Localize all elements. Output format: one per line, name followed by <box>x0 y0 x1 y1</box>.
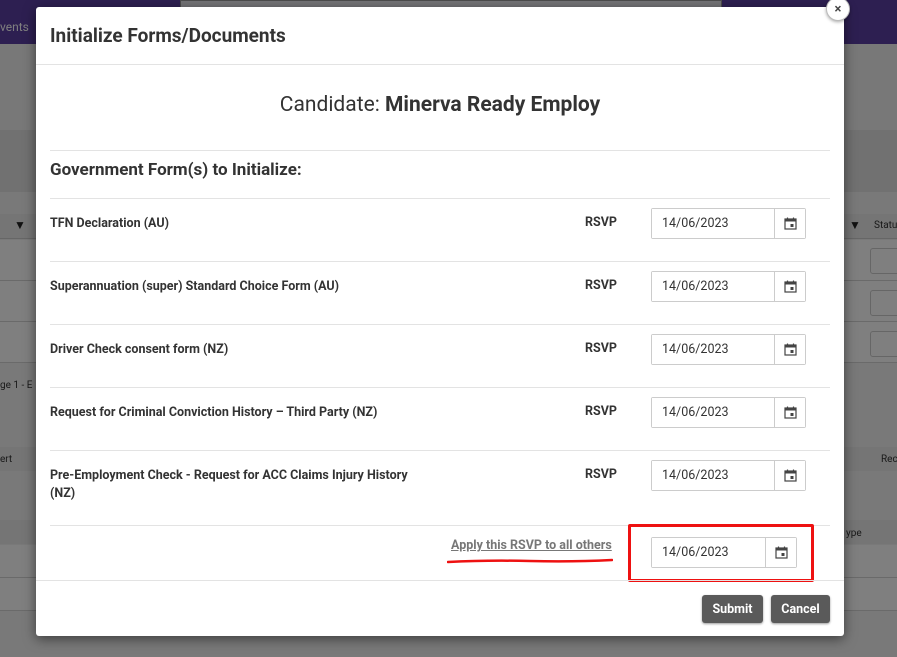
form-row: TFN Declaration (AU) RSVP <box>50 198 830 261</box>
rsvp-date-input[interactable] <box>652 272 774 301</box>
calendar-icon <box>783 343 797 356</box>
dialog-footer: Submit Cancel <box>36 580 844 637</box>
rsvp-date-input[interactable] <box>652 209 774 238</box>
candidate-label: Candidate: <box>279 93 386 117</box>
rsvp-date-input[interactable] <box>652 335 774 364</box>
rsvp-label: RSVP <box>585 341 617 356</box>
rsvp-label: RSVP <box>585 215 617 230</box>
calendar-button[interactable] <box>774 272 805 301</box>
calendar-icon <box>783 406 797 419</box>
calendar-button[interactable] <box>774 335 805 364</box>
calendar-icon <box>783 280 797 293</box>
close-icon: × <box>834 1 842 17</box>
rsvp-date-input[interactable] <box>652 398 774 427</box>
submit-button[interactable]: Submit <box>702 595 763 623</box>
candidate-heading: Candidate: Minerva Ready Employ <box>36 93 844 117</box>
apply-rsvp-to-all-link[interactable]: Apply this RSVP to all others <box>451 538 612 553</box>
candidate-name: Minerva Ready Employ <box>385 93 601 117</box>
rsvp-date-picker <box>651 334 806 365</box>
form-row: Pre-Employment Check - Request for ACC C… <box>50 450 830 526</box>
form-name: Superannuation (super) Standard Choice F… <box>50 279 340 294</box>
cancel-button[interactable]: Cancel <box>771 595 830 623</box>
initialize-forms-dialog: Initialize Forms/Documents × Candidate: … <box>36 0 850 637</box>
rsvp-label: RSVP <box>585 278 617 293</box>
rsvp-date-input[interactable] <box>652 461 774 490</box>
form-name: TFN Declaration (AU) <box>50 216 169 231</box>
dialog-header: Initialize Forms/Documents <box>36 7 844 65</box>
red-underline-annotation <box>447 558 613 564</box>
rsvp-label: RSVP <box>585 404 617 419</box>
calendar-button[interactable] <box>774 398 805 427</box>
form-row: Driver Check consent form (NZ) RSVP <box>50 324 830 387</box>
calendar-icon <box>783 217 797 230</box>
dialog-title: Initialize Forms/Documents <box>50 24 286 47</box>
form-name: Request for Criminal Conviction History … <box>50 405 378 420</box>
rsvp-date-picker <box>651 397 806 428</box>
form-row: Superannuation (super) Standard Choice F… <box>50 261 830 324</box>
divider <box>50 150 830 151</box>
rsvp-label: RSVP <box>585 467 617 482</box>
form-name: Driver Check consent form (NZ) <box>50 342 229 357</box>
rsvp-date-picker <box>651 208 806 239</box>
form-row: Request for Criminal Conviction History … <box>50 387 830 450</box>
form-name: Pre-Employment Check - Request for ACC C… <box>50 468 408 501</box>
calendar-button[interactable] <box>774 461 805 490</box>
calendar-button[interactable] <box>774 209 805 238</box>
section-title: Government Form(s) to Initialize: <box>50 160 302 180</box>
apply-all-row: Apply this RSVP to all others <box>50 524 830 582</box>
rsvp-date-picker <box>651 271 806 302</box>
calendar-icon <box>783 469 797 482</box>
red-highlight-box <box>628 524 814 582</box>
rsvp-date-picker <box>651 460 806 491</box>
